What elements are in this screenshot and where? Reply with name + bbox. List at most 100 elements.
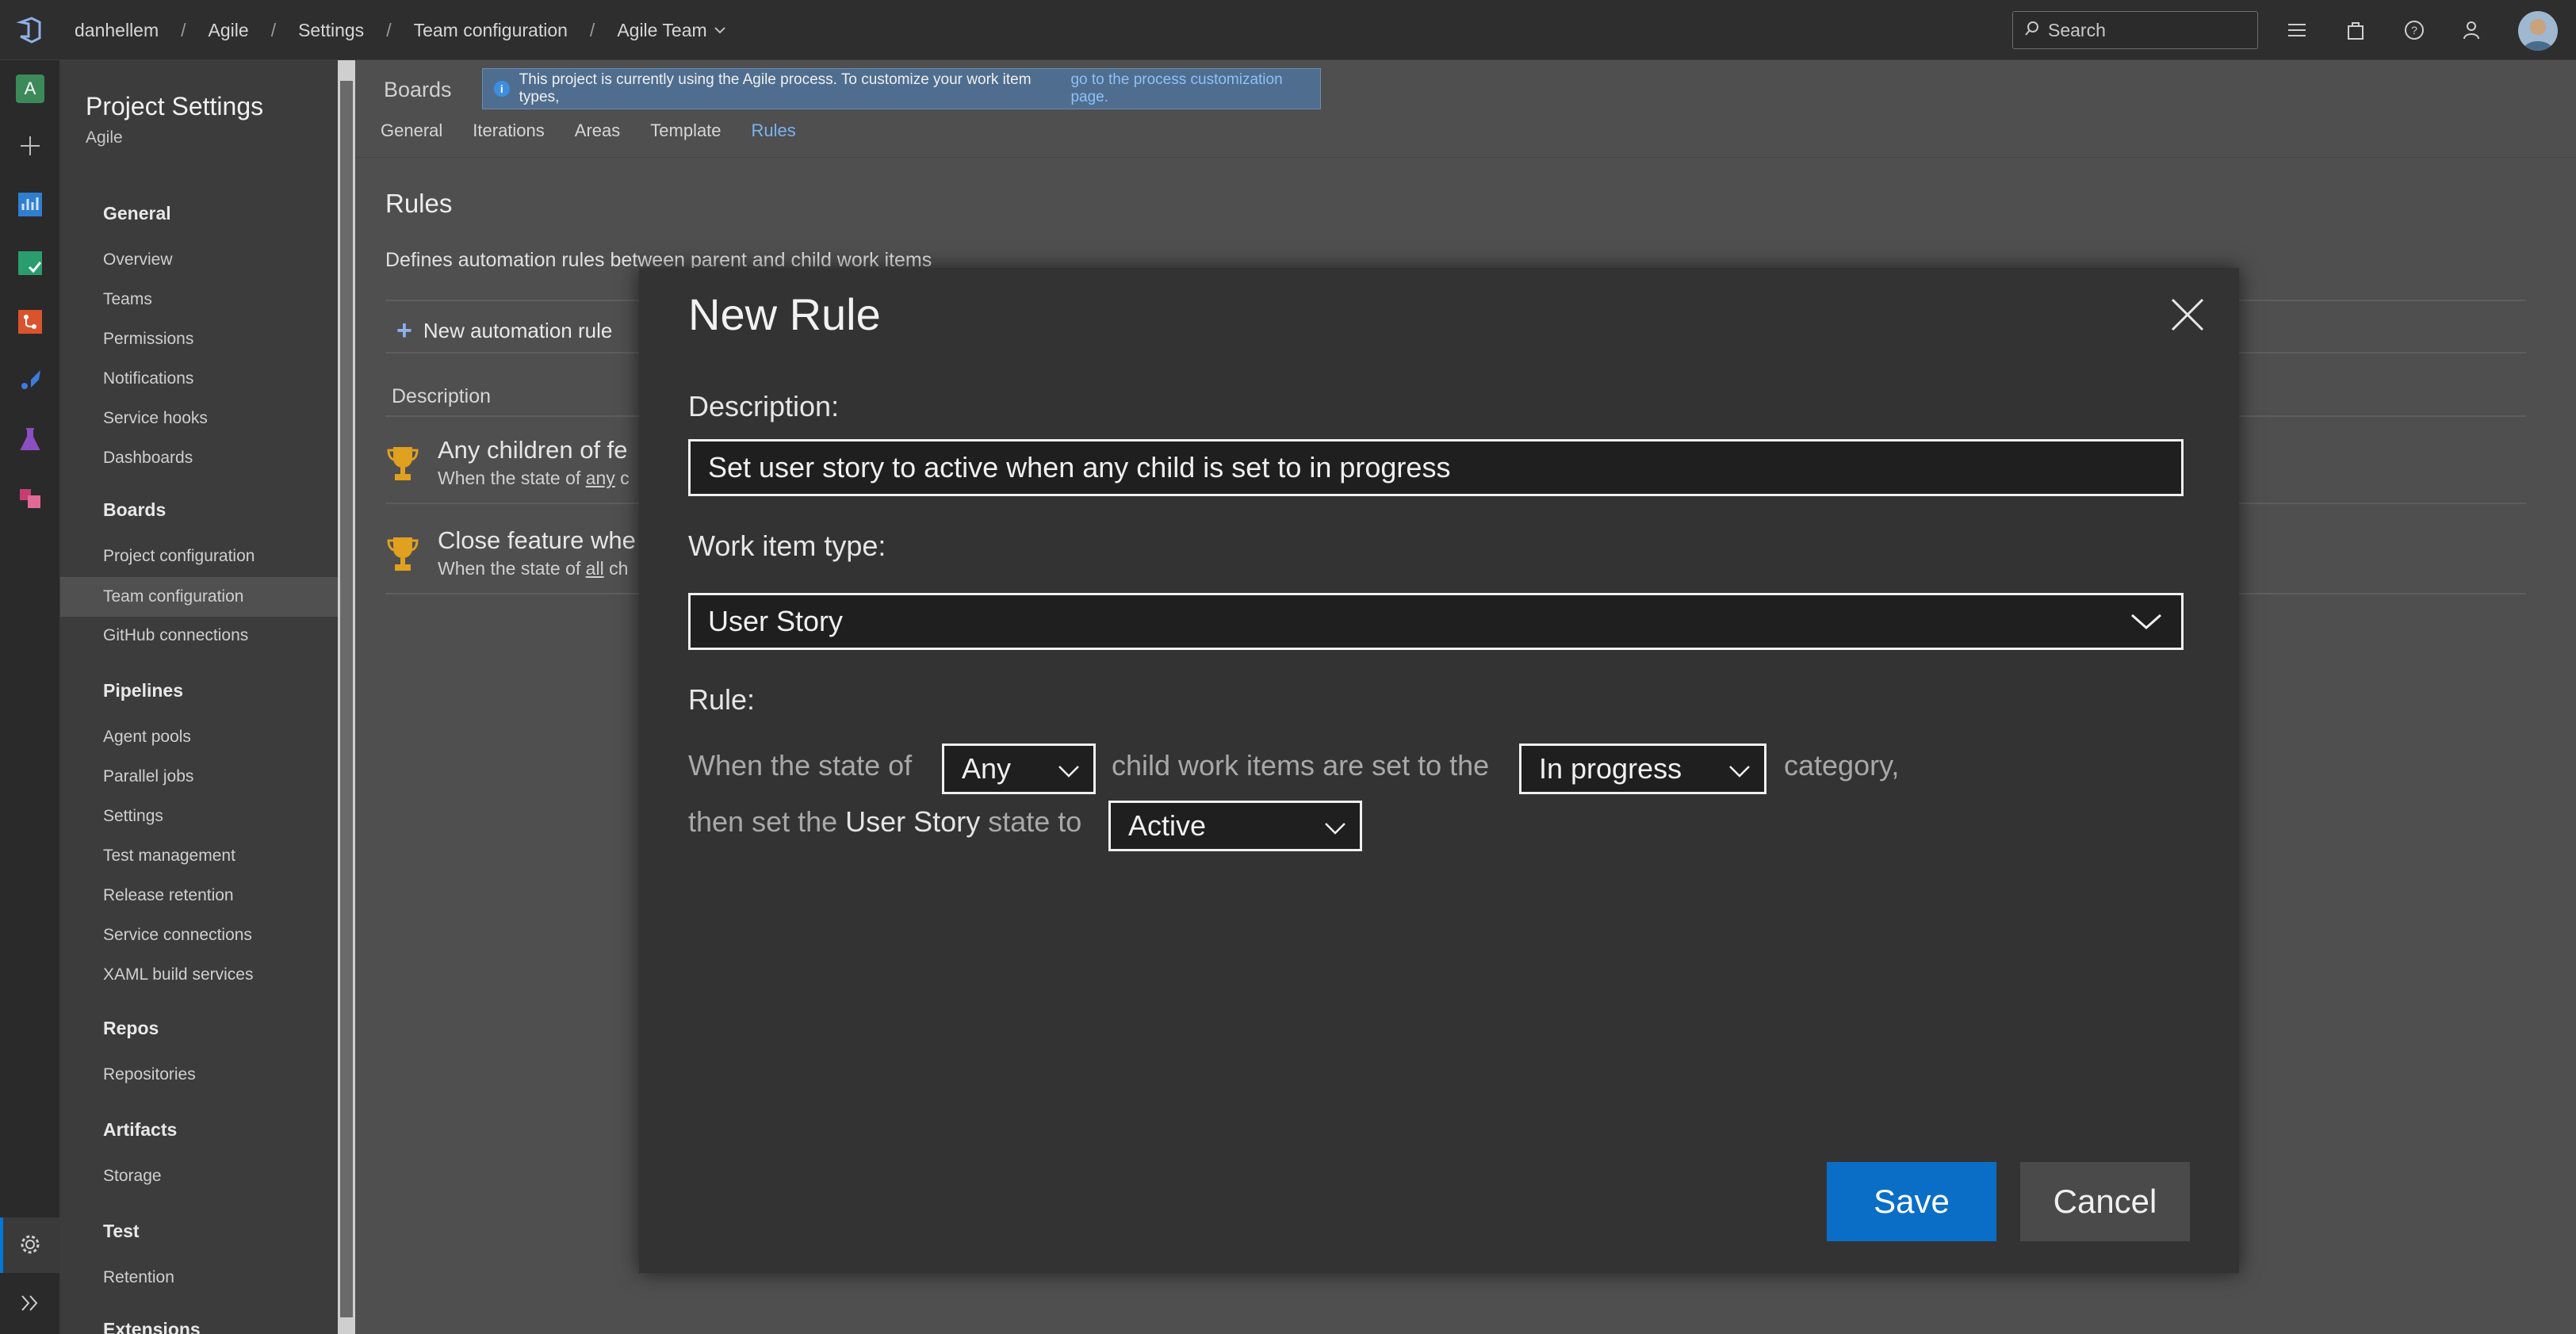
sidebar-item-project-configuration[interactable]: Project configuration	[103, 547, 255, 566]
trophy-icon	[385, 444, 420, 484]
process-info-banner: i This project is currently using the Ag…	[482, 68, 1321, 109]
pipelines-icon[interactable]	[14, 365, 46, 396]
state-category-value: In progress	[1539, 752, 1682, 785]
sidebar-group-test: Test	[103, 1221, 140, 1241]
chevron-down-icon	[1728, 757, 1751, 790]
sidebar-item-repositories[interactable]: Repositories	[103, 1065, 196, 1084]
rule-summary-text: When the state of	[438, 558, 586, 579]
marketplace-bag-icon[interactable]	[2342, 17, 2369, 44]
rule-text-then-set: then set the	[688, 805, 838, 838]
avatar[interactable]	[2518, 11, 2558, 51]
sidebar-item-agent-pools[interactable]: Agent pools	[103, 728, 191, 747]
chevron-down-icon	[1057, 757, 1081, 790]
rule-summary: When the state of all ch	[438, 558, 628, 579]
breadcrumb-project[interactable]: Agile	[209, 20, 249, 41]
sidebar-subtitle: Agile	[86, 128, 123, 147]
rule-text-category: category,	[1784, 749, 1900, 782]
sidebar-item-storage[interactable]: Storage	[103, 1167, 162, 1186]
rule-summary-emphasis: all	[585, 558, 604, 579]
work-item-type-select[interactable]: User Story	[688, 593, 2184, 650]
project-settings-sidebar: Project Settings Agile General Overview …	[60, 60, 338, 1334]
sidebar-item-notifications[interactable]: Notifications	[103, 369, 193, 388]
sidebar-group-artifacts: Artifacts	[103, 1119, 178, 1140]
description-field[interactable]: Set user story to active when any child …	[688, 439, 2184, 496]
sidebar-item-github-connections[interactable]: GitHub connections	[103, 626, 248, 645]
boards-icon[interactable]	[14, 247, 46, 279]
page-title: Rules	[385, 189, 453, 218]
breadcrumb-separator: /	[589, 19, 595, 40]
sidebar-group-general: General	[103, 203, 171, 224]
rule-summary-emphasis: any	[585, 468, 615, 488]
user-settings-icon[interactable]	[2459, 17, 2486, 44]
breadcrumb-separator: /	[386, 19, 392, 40]
sidebar-scrollbar[interactable]	[338, 60, 355, 1334]
repos-icon[interactable]	[14, 306, 46, 338]
sidebar-item-service-hooks[interactable]: Service hooks	[103, 409, 208, 428]
breadcrumb-separator: /	[181, 19, 186, 40]
search-placeholder: Search	[2048, 19, 2106, 40]
sidebar-item-permissions[interactable]: Permissions	[103, 330, 193, 349]
sidebar-item-team-configuration[interactable]: Team configuration	[60, 577, 338, 617]
rule-title[interactable]: Close feature whe	[438, 526, 636, 555]
rule-label: Rule:	[688, 683, 756, 716]
child-scope-select[interactable]: Any	[942, 743, 1096, 794]
sidebar-item-release-retention[interactable]: Release retention	[103, 886, 234, 905]
search-icon	[2024, 20, 2048, 41]
artifacts-icon[interactable]	[14, 482, 46, 514]
cancel-button[interactable]: Cancel	[2020, 1162, 2190, 1241]
column-header-description[interactable]: Description	[392, 385, 491, 408]
sidebar-item-teams[interactable]: Teams	[103, 290, 152, 309]
section-label: Boards	[384, 78, 452, 101]
scrollbar-thumb[interactable]	[340, 81, 353, 1317]
new-rule-dialog: New Rule Description: Set user story to …	[639, 268, 2239, 1273]
project-avatar-icon[interactable]: A	[14, 73, 46, 105]
sidebar-title: Project Settings	[86, 92, 264, 120]
rule-summary-text: c	[614, 468, 630, 488]
tab-template[interactable]: Template	[650, 120, 721, 141]
chevron-down-icon[interactable]	[714, 22, 726, 39]
help-icon[interactable]: ?	[2401, 17, 2428, 44]
work-item-type-label: Work item type:	[688, 529, 886, 562]
close-icon[interactable]	[2168, 295, 2207, 334]
azure-devops-logo-icon[interactable]	[14, 14, 46, 46]
breadcrumb-team-configuration[interactable]: Team configuration	[414, 20, 568, 41]
add-icon[interactable]	[14, 130, 46, 162]
task-list-icon[interactable]	[2283, 17, 2310, 44]
breadcrumb-team[interactable]: Agile Team	[617, 20, 706, 41]
tab-general[interactable]: General	[381, 120, 442, 141]
rule-text-then: then set the User Story state to	[688, 805, 1081, 839]
breadcrumb-settings[interactable]: Settings	[298, 20, 364, 41]
sidebar-item-overview[interactable]: Overview	[103, 250, 173, 269]
breadcrumb-org[interactable]: danhellem	[75, 20, 159, 41]
expand-icon[interactable]	[14, 1287, 46, 1319]
gear-icon[interactable]	[14, 1229, 46, 1260]
overview-icon[interactable]	[14, 189, 46, 220]
sidebar-item-test-management[interactable]: Test management	[103, 847, 235, 866]
sidebar-item-xaml-build-services[interactable]: XAML build services	[103, 965, 253, 984]
sidebar-item-parallel-jobs[interactable]: Parallel jobs	[103, 767, 193, 786]
target-state-select[interactable]: Active	[1108, 801, 1362, 851]
sidebar-item-service-connections[interactable]: Service connections	[103, 926, 252, 945]
process-customization-link[interactable]: go to the process customization page.	[1070, 71, 1320, 106]
test-plans-icon[interactable]	[14, 423, 46, 455]
state-category-select[interactable]: In progress	[1519, 743, 1766, 794]
svg-text:?: ?	[2411, 24, 2417, 36]
info-icon: i	[494, 81, 510, 97]
save-button[interactable]: Save	[1827, 1162, 1996, 1241]
sidebar-item-dashboards[interactable]: Dashboards	[103, 449, 193, 468]
trophy-icon	[385, 534, 420, 574]
rule-title[interactable]: Any children of fe	[438, 436, 628, 464]
tab-rules[interactable]: Rules	[752, 120, 796, 141]
sidebar-group-boards: Boards	[103, 499, 167, 520]
sidebar-item-settings[interactable]: Settings	[103, 807, 163, 826]
child-scope-value: Any	[962, 752, 1012, 785]
new-automation-rule-button[interactable]: + New automation rule	[396, 315, 612, 346]
tab-iterations[interactable]: Iterations	[473, 120, 545, 141]
sidebar-group-pipelines: Pipelines	[103, 680, 183, 701]
left-navigation-rail: A	[0, 60, 60, 1334]
top-bar-actions: ?	[2283, 0, 2486, 60]
tab-areas[interactable]: Areas	[575, 120, 620, 141]
search-input[interactable]: Search	[2012, 11, 2258, 49]
sidebar-item-retention[interactable]: Retention	[103, 1268, 174, 1287]
settings-tabs: General Iterations Areas Template Rules	[381, 120, 796, 141]
